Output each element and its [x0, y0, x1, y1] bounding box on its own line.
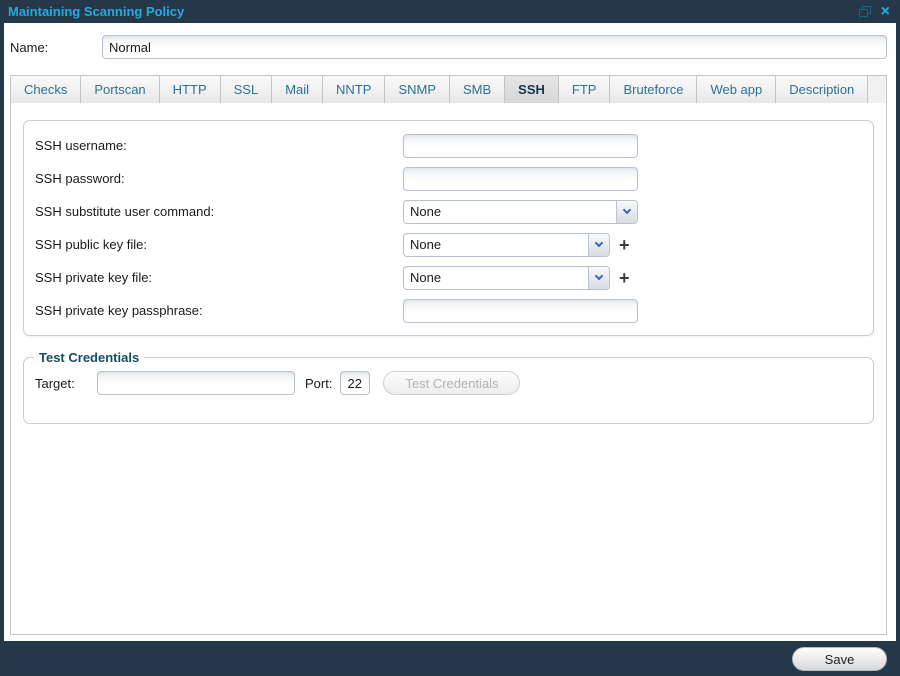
restore-window-icon[interactable]: [859, 6, 871, 17]
tab-http[interactable]: HTTP: [160, 76, 221, 103]
test-credentials-fieldset: Test Credentials Target: Port: Test Cred…: [23, 350, 874, 424]
chevron-down-icon[interactable]: [588, 234, 609, 256]
tab-snmp[interactable]: SNMP: [385, 76, 450, 103]
tab-nntp[interactable]: NNTP: [323, 76, 385, 103]
chevron-down-icon[interactable]: [616, 201, 637, 223]
port-input[interactable]: [340, 371, 370, 395]
ssh-private-key-passphrase-input[interactable]: [403, 299, 638, 323]
name-label: Name:: [10, 40, 102, 55]
ssh-password-row: SSH password:: [35, 162, 873, 195]
dialog-footer: Save: [0, 641, 900, 676]
ssh-private-key-file-row: SSH private key file: None +: [35, 261, 873, 294]
select-value: None: [404, 204, 616, 219]
ssh-private-key-file-select[interactable]: None: [403, 266, 610, 290]
ssh-private-key-file-label: SSH private key file:: [35, 270, 403, 285]
dialog-content: Name: Checks Portscan HTTP SSL Mail NNTP…: [4, 23, 896, 641]
add-private-key-button[interactable]: +: [619, 269, 630, 287]
dialog-title: Maintaining Scanning Policy: [8, 4, 859, 19]
ssh-private-key-passphrase-label: SSH private key passphrase:: [35, 303, 403, 318]
tab-ftp[interactable]: FTP: [559, 76, 611, 103]
target-label: Target:: [35, 376, 97, 391]
ssh-password-label: SSH password:: [35, 171, 403, 186]
ssh-public-key-file-row: SSH public key file: None +: [35, 228, 873, 261]
test-credentials-row: Target: Port: Test Credentials: [24, 365, 873, 395]
tab-ssl[interactable]: SSL: [221, 76, 273, 103]
ssh-tab-panel: SSH username: SSH password: SSH substitu…: [10, 103, 887, 635]
save-button[interactable]: Save: [792, 647, 887, 671]
policy-name-input[interactable]: [102, 35, 887, 59]
ssh-substitute-user-command-label: SSH substitute user command:: [35, 204, 403, 219]
close-icon[interactable]: ×: [881, 5, 890, 19]
ssh-private-key-passphrase-row: SSH private key passphrase:: [35, 294, 873, 327]
ssh-username-row: SSH username:: [35, 129, 873, 162]
tab-bruteforce[interactable]: Bruteforce: [610, 76, 697, 103]
select-value: None: [404, 270, 588, 285]
tab-mail[interactable]: Mail: [272, 76, 323, 103]
test-credentials-legend: Test Credentials: [34, 350, 144, 365]
tab-ssh[interactable]: SSH: [505, 76, 559, 103]
tab-description[interactable]: Description: [776, 76, 868, 103]
test-credentials-button[interactable]: Test Credentials: [383, 371, 520, 395]
titlebar: Maintaining Scanning Policy ×: [0, 0, 900, 23]
window-controls: ×: [859, 5, 890, 19]
tab-portscan[interactable]: Portscan: [81, 76, 159, 103]
target-input[interactable]: [97, 371, 295, 395]
tab-checks[interactable]: Checks: [11, 76, 81, 103]
tab-web-app[interactable]: Web app: [697, 76, 776, 103]
chevron-down-icon[interactable]: [588, 267, 609, 289]
ssh-public-key-file-label: SSH public key file:: [35, 237, 403, 252]
name-row: Name:: [10, 33, 887, 61]
ssh-substitute-user-command-row: SSH substitute user command: None: [35, 195, 873, 228]
dialog-maintaining-scanning-policy: Maintaining Scanning Policy × Name: Chec…: [0, 0, 900, 676]
port-label: Port:: [305, 376, 332, 391]
ssh-fields-groupbox: SSH username: SSH password: SSH substitu…: [23, 120, 874, 336]
ssh-password-input[interactable]: [403, 167, 638, 191]
ssh-username-input[interactable]: [403, 134, 638, 158]
select-value: None: [404, 237, 588, 252]
tab-bar: Checks Portscan HTTP SSL Mail NNTP SNMP …: [10, 75, 887, 104]
ssh-substitute-user-command-select[interactable]: None: [403, 200, 638, 224]
tab-smb[interactable]: SMB: [450, 76, 505, 103]
add-public-key-button[interactable]: +: [619, 236, 630, 254]
ssh-username-label: SSH username:: [35, 138, 403, 153]
ssh-public-key-file-select[interactable]: None: [403, 233, 610, 257]
